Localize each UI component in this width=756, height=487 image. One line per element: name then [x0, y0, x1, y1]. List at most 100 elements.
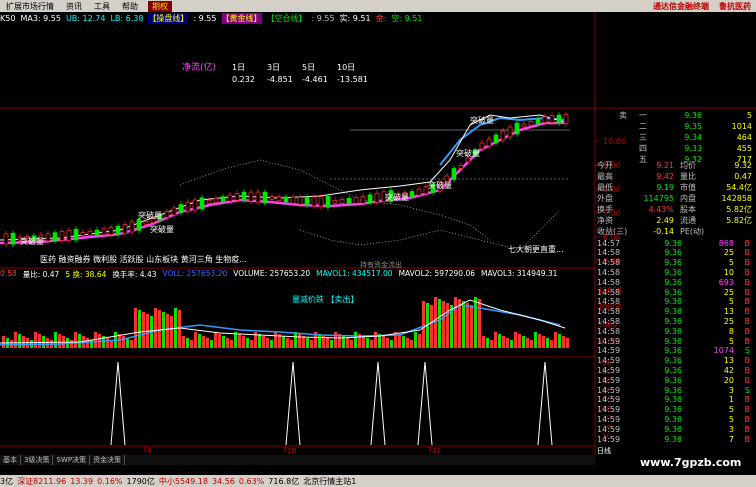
volume-bar [462, 301, 465, 348]
tick-volume: 5 [728, 258, 734, 268]
candle-body [346, 198, 352, 204]
tick-side: S [744, 385, 750, 395]
volume-bar [86, 338, 89, 348]
candle-body [45, 233, 51, 242]
tick-time: 14:58 [597, 277, 621, 287]
tab-fund[interactable]: 资金决策 [90, 455, 126, 465]
volume-bar [118, 334, 121, 348]
volume-bar [442, 301, 445, 348]
candle-body [262, 191, 268, 204]
tick-volume: 42 [723, 365, 734, 375]
tick-volume: 25 [723, 316, 734, 326]
candle-body [458, 165, 464, 169]
tick-side: B [744, 424, 751, 434]
candle-body [528, 121, 534, 126]
tick-side: B [744, 414, 751, 424]
tick-side: B [744, 405, 751, 415]
candle-body [367, 194, 373, 204]
tick-time: 14:59 [597, 375, 621, 385]
tick-side: B [744, 258, 751, 268]
tick-row: 14:58 9.36 8 B [597, 326, 756, 336]
volume-bar [230, 340, 233, 348]
tick-side: B [744, 316, 751, 326]
order-level: 三 [639, 133, 647, 142]
tick-price: 9.36 [664, 356, 682, 366]
candle-body [80, 232, 86, 236]
tick-row: 14:58 9.36 25 B [597, 316, 756, 326]
volume-bar [206, 338, 209, 348]
volume-bar [258, 334, 261, 348]
volume-bar [34, 332, 37, 348]
volume-bar [178, 310, 181, 348]
candle-body [115, 226, 121, 235]
volume-bar [222, 336, 225, 348]
tick-price: 9.36 [664, 375, 682, 385]
volume-bar [494, 332, 497, 348]
candle-body [101, 228, 107, 236]
volume-bar [370, 340, 373, 348]
tick-row: 14:59 9.36 13 B [597, 356, 756, 366]
volume-bar [14, 332, 17, 348]
volume-bar [274, 332, 277, 348]
volume-bar [234, 332, 237, 348]
tick-row: 14:59 9.36 5 B [597, 336, 756, 346]
tick-row: 14:59 9.36 5 B [597, 405, 756, 415]
candle-body [507, 126, 513, 138]
volume-bar [202, 336, 205, 348]
tick-row: 14:57 9.36 868 B [597, 238, 756, 248]
candle-body [339, 198, 345, 204]
tick-volume: 25 [723, 248, 734, 258]
volume-bar [350, 340, 353, 348]
tick-price: 9.36 [664, 434, 682, 444]
volume-bar [374, 332, 377, 348]
tick-row: 14:59 9.36 3 S [597, 385, 756, 395]
indicator-spike [370, 361, 386, 446]
tab-3level[interactable]: 3级决策 [21, 455, 54, 465]
candle-body [283, 196, 289, 203]
stats-row: 外盘 114795 内盘 142858 [597, 193, 756, 204]
volume-bar [154, 308, 157, 348]
stat-key: 量比 [680, 172, 696, 181]
order-volume: 455 [736, 144, 752, 153]
volume-bar [214, 332, 217, 348]
volume-bar [554, 332, 557, 348]
candle-body [556, 114, 562, 124]
candle-body [73, 228, 79, 241]
tick-volume: 3 [728, 424, 734, 434]
status-zx: 中小5549.18 [158, 476, 208, 486]
indicator-tabs: 基本 3级决策 SWP决策 资金决策 [0, 455, 595, 465]
candle-body [248, 191, 254, 202]
stat-key: PE(动) [680, 227, 705, 236]
volume-bar [534, 332, 537, 348]
volume-bar [250, 340, 253, 348]
tick-time: 14:59 [597, 365, 621, 375]
tick-time: 14:59 [597, 356, 621, 366]
stat-value: 5.82亿 [726, 216, 752, 225]
stat-value: 4.43% [648, 205, 674, 214]
tick-price: 9.36 [664, 414, 682, 424]
tick-side: B [744, 356, 751, 366]
volume-bar [482, 336, 485, 348]
period-label[interactable]: 日线 [597, 446, 611, 456]
volume-bar [58, 334, 61, 348]
status-server[interactable]: 北京行情主站1 [303, 476, 356, 487]
tab-basic[interactable]: 基本 [0, 455, 21, 465]
tab-swp[interactable]: SWP决策 [53, 455, 91, 465]
candle-body [108, 227, 114, 235]
tick-price: 9.36 [664, 385, 682, 395]
tick-volume: 20 [723, 375, 734, 385]
tick-volume: 7 [728, 434, 734, 444]
volume-bar [382, 336, 385, 348]
volume-bar [298, 334, 301, 348]
candle-body [171, 207, 177, 216]
volume-bar [330, 340, 333, 348]
volume-indicator-bar: 0.58 量比: 0.47 5 换: 38.64 换手率: 4.43 VOLL:… [0, 269, 595, 279]
volume-bar [306, 338, 309, 348]
stat-key: 均价 [680, 161, 696, 170]
candle-body [535, 118, 541, 125]
order-price: 9.35 [684, 122, 702, 131]
date-axis: 9 10 11 [144, 446, 441, 455]
volume-bar [422, 301, 425, 348]
candle-body [297, 196, 303, 205]
candle-body [311, 196, 317, 207]
